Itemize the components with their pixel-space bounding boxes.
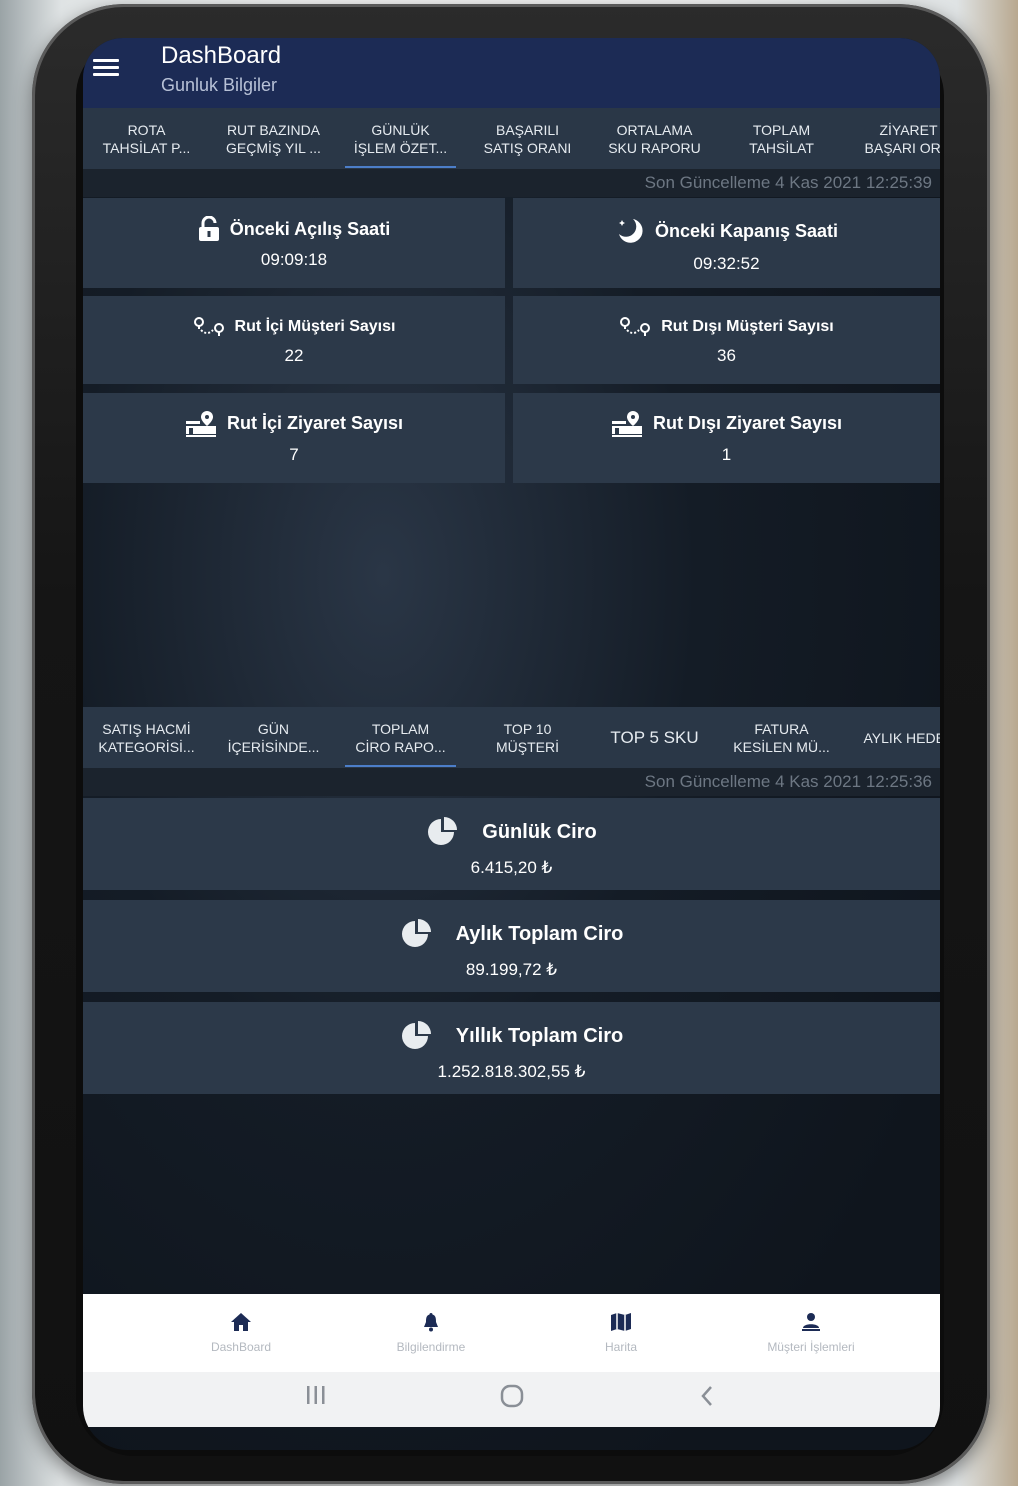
tab-top5-sku[interactable]: TOP 5 SKU: [591, 707, 718, 769]
out-route-customers-value: 36: [717, 346, 736, 365]
out-route-visits-value: 1: [721, 445, 732, 464]
top-last-update: Son Güncelleme 4 Kas 2021 12:25:39: [83, 169, 940, 197]
out-route-customers-label: Rut Dışı Müşteri Sayısı: [661, 318, 834, 335]
store-location-icon: [185, 411, 216, 437]
bottom-last-update: Son Güncelleme 4 Kas 2021 12:25:36: [83, 768, 940, 796]
card-in-route-customers: Rut İçi Müşteri Sayısı 22: [83, 296, 505, 384]
daily-revenue-label: Günlük Ciro: [482, 820, 597, 843]
map-icon: [611, 1313, 631, 1331]
bell-icon: [424, 1313, 438, 1332]
yearly-revenue-value: 1.252.818.302,55 ₺: [437, 1062, 586, 1081]
tab-aylik-hedef[interactable]: AYLIK HEDEF: [845, 707, 941, 769]
card-monthly-revenue: Aylık Toplam Ciro 89.199,72 ₺: [83, 900, 940, 992]
in-route-customers-label: Rut İçi Müşteri Sayısı: [234, 318, 396, 335]
monthly-revenue-label: Aylık Toplam Ciro: [455, 922, 624, 945]
card-in-route-visits: Rut İçi Ziyaret Sayısı 7: [83, 393, 505, 483]
nav-dashboard[interactable]: DashBoard: [161, 1312, 321, 1354]
tab-top10-musteri[interactable]: TOP 10 MÜŞTERİ: [464, 707, 591, 769]
out-route-visits-label: Rut Dışı Ziyaret Sayısı: [652, 412, 843, 433]
user-icon: [802, 1313, 820, 1331]
tab-rut-bazinda[interactable]: RUT BAZINDA GEÇMİŞ YIL ...: [210, 108, 337, 170]
store-location-icon: [611, 411, 642, 437]
daily-revenue-value: 6.415,20 ₺: [470, 858, 553, 877]
close-time-label: Önceki Kapanış Saati: [654, 220, 839, 241]
pie-chart-icon: [401, 1021, 431, 1049]
home-button-icon[interactable]: [500, 1384, 524, 1413]
nav-musteri-islemleri-label: Müşteri İşlemleri: [767, 1340, 855, 1354]
pie-chart-icon: [401, 919, 431, 947]
card-yearly-revenue: Yıllık Toplam Ciro 1.252.818.302,55 ₺: [83, 1002, 940, 1094]
tab-basarili-satis-orani[interactable]: BAŞARILI SATIŞ ORANI: [464, 108, 591, 170]
close-time-value: 09:32:52: [693, 254, 760, 273]
card-daily-revenue: Günlük Ciro 6.415,20 ₺: [83, 798, 940, 890]
nav-bilgilendirme-label: Bilgilendirme: [396, 1340, 466, 1354]
top-tab-bar: ROTA TAHSİLAT P... RUT BAZINDA GEÇMİŞ YI…: [83, 108, 940, 170]
app-subtitle: Gunluk Bilgiler: [161, 75, 278, 95]
nav-harita[interactable]: Harita: [541, 1312, 701, 1354]
tab-ziyaret-basari[interactable]: ZİYARET BAŞARI OR...: [845, 108, 940, 170]
monthly-revenue-value: 89.199,72 ₺: [465, 960, 558, 979]
open-time-value: 09:09:18: [260, 250, 328, 269]
app-title: DashBoard: [161, 42, 282, 69]
pie-chart-icon: [428, 817, 458, 845]
tab-gunluk-islem-ozeti[interactable]: GÜNLÜK İŞLEM ÖZET...: [337, 108, 464, 170]
card-out-route-visits: Rut Dışı Ziyaret Sayısı 1: [513, 393, 940, 483]
tab-ortalama-sku[interactable]: ORTALAMA SKU RAPORU: [591, 108, 718, 170]
in-route-visits-value: 7: [289, 445, 299, 464]
bottom-navigation: DashBoard Bilgilendirme Harita Müşteri İ…: [83, 1294, 940, 1372]
in-route-customers-value: 22: [284, 346, 304, 365]
home-icon: [231, 1313, 251, 1331]
card-close-time: Önceki Kapanış Saati 09:32:52: [513, 198, 940, 288]
route-pin-icon: [620, 317, 651, 336]
tab-toplam-ciro[interactable]: TOPLAM CİRO RAPO...: [337, 707, 464, 769]
tab-fatura-kesilen[interactable]: FATURA KESİLEN MÜ...: [718, 707, 845, 769]
recent-apps-icon[interactable]: [305, 1384, 327, 1411]
bottom-tab-bar: SATIŞ HACMİ KATEGORİSİ... GÜN İÇERİSİNDE…: [83, 707, 940, 769]
open-time-label: Önceki Açılış Saati: [229, 218, 391, 239]
nav-musteri-islemleri[interactable]: Müşteri İşlemleri: [731, 1312, 891, 1354]
nav-dashboard-label: DashBoard: [210, 1340, 272, 1354]
card-open-time: Önceki Açılış Saati 09:09:18: [83, 198, 505, 288]
tab-gun-icerisinde[interactable]: GÜN İÇERİSİNDE...: [210, 707, 337, 769]
in-route-visits-label: Rut İçi Ziyaret Sayısı: [226, 412, 404, 433]
app-bar: DashBoard Gunluk Bilgiler: [83, 38, 940, 108]
menu-icon[interactable]: [93, 56, 119, 78]
nav-harita-label: Harita: [604, 1340, 637, 1354]
card-out-route-customers: Rut Dışı Müşteri Sayısı 36: [513, 296, 940, 384]
system-navigation-bar: [83, 1372, 940, 1427]
tab-rota-tahsilat[interactable]: ROTA TAHSİLAT P...: [83, 108, 210, 170]
tab-toplam-tahsilat[interactable]: TOPLAM TAHSİLAT: [718, 108, 845, 170]
tab-satis-hacmi[interactable]: SATIŞ HACMİ KATEGORİSİ...: [83, 707, 210, 769]
yearly-revenue-label: Yıllık Toplam Ciro: [455, 1024, 624, 1047]
nav-bilgilendirme[interactable]: Bilgilendirme: [351, 1312, 511, 1354]
unlock-icon: [198, 216, 219, 241]
moon-icon: [618, 219, 643, 243]
back-icon[interactable]: [699, 1384, 715, 1413]
screen: DashBoard Gunluk Bilgiler ROTA TAHSİLAT …: [83, 38, 940, 1450]
route-pin-icon: [193, 317, 224, 336]
